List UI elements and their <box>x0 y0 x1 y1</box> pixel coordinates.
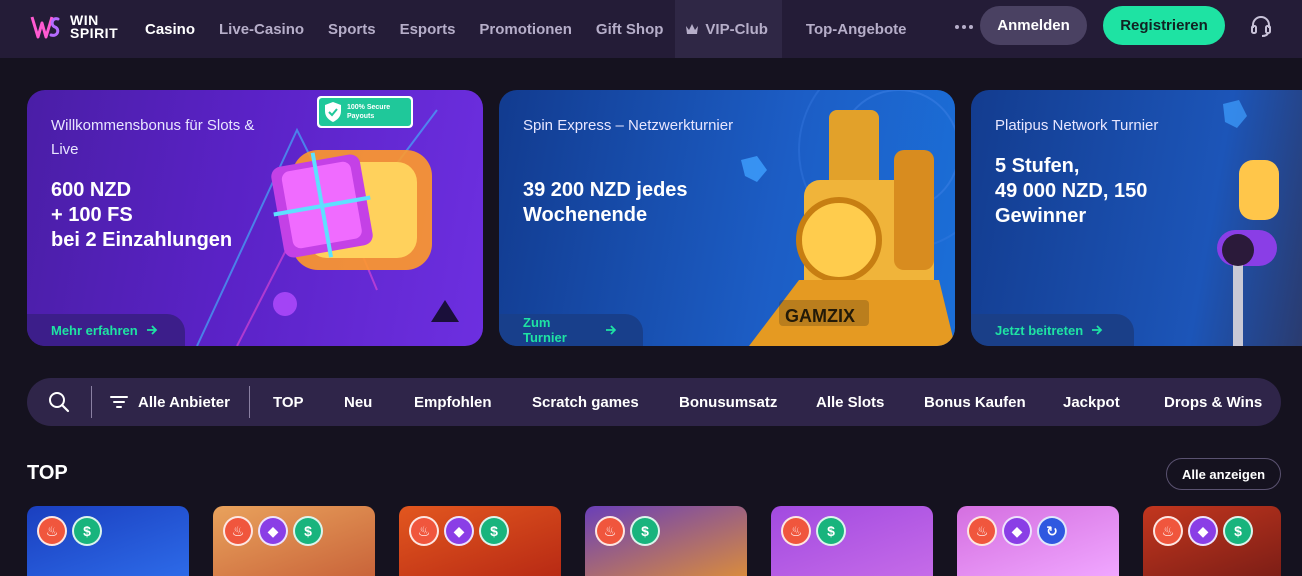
banner-1-title: 600 NZD + 100 FS bei 2 Einzahlungen <box>51 178 232 253</box>
banner-1-cta-label: Mehr erfahren <box>51 322 138 338</box>
game-badges: ♨ ◆ ↻ <box>967 516 1067 546</box>
game-badges: ♨ ◆ $ <box>223 516 323 546</box>
promo-banner-welcome-bonus[interactable]: 100% Secure Payouts Willkommensbonus für … <box>27 90 483 346</box>
badge-line-2: Payouts <box>347 113 375 120</box>
game-badges: ♨ $ <box>781 516 846 546</box>
cash-icon: $ <box>1223 516 1253 546</box>
badge-line-1: 100% Secure <box>347 104 391 111</box>
crown-icon <box>686 24 699 34</box>
nav-casino[interactable]: Casino <box>133 0 207 58</box>
banner-1-subtitle: Willkommensbonus für Slots & Live <box>51 117 255 158</box>
register-button[interactable]: Registrieren <box>1103 6 1225 45</box>
section-title: TOP <box>27 462 68 484</box>
banner-3-cta-button[interactable]: Jetzt beitreten <box>971 314 1134 346</box>
arrow-right-icon <box>1092 325 1103 335</box>
banner-2-title-line-2: Wochenende <box>523 204 648 226</box>
headset-support-icon[interactable] <box>1250 15 1272 37</box>
cash-icon: $ <box>293 516 323 546</box>
banner-1-title-line-1: 600 NZD <box>51 179 132 201</box>
gamzix-logo: GAMZIX <box>785 306 855 326</box>
banner-2-subtitle: Spin Express – Netzwerkturnier <box>523 117 734 134</box>
nav-vip-club[interactable]: VIP-Club <box>675 0 782 58</box>
banner-2-cta-label: Zum Turnier <box>523 315 567 345</box>
banner-2-title-line-1: 39 200 NZD jedes <box>523 179 688 201</box>
nav-top-offers[interactable]: Top-Angebote <box>782 0 919 58</box>
top-navigation: WIN SPIRIT Casino Live-Casino Sports Esp… <box>0 0 1302 58</box>
filter-new[interactable]: Neu <box>344 378 372 426</box>
filter-lines-icon <box>110 396 128 408</box>
filter-drops-wins[interactable]: Drops & Wins <box>1164 378 1262 426</box>
game-badges: ♨ $ <box>37 516 102 546</box>
logo-line-2: SPIRIT <box>70 25 119 41</box>
fire-icon: ♨ <box>595 516 625 546</box>
filter-bonus-buy[interactable]: Bonus Kaufen <box>924 378 1026 426</box>
filter-scratch-games[interactable]: Scratch games <box>532 378 639 426</box>
filter-jackpot[interactable]: Jackpot <box>1063 378 1120 426</box>
cash-icon: $ <box>816 516 846 546</box>
gem-icon: ◆ <box>1002 516 1032 546</box>
nav-live-casino[interactable]: Live-Casino <box>207 0 316 58</box>
banner-2-cta-button[interactable]: Zum Turnier <box>499 314 643 346</box>
logo-icon <box>30 16 60 39</box>
promo-banner-spin-express[interactable]: GAMZIX Spin Express – Netzwerkturnier 39… <box>499 90 955 346</box>
game-badges: ♨ ◆ $ <box>409 516 509 546</box>
banner-2-title: 39 200 NZD jedes Wochenende <box>523 178 688 228</box>
more-menu-icon[interactable] <box>953 16 975 38</box>
banner-3-title: 5 Stufen, 49 000 NZD, 150 Gewinner <box>995 154 1147 229</box>
game-badges: ♨ $ <box>595 516 660 546</box>
nav-sports[interactable]: Sports <box>316 0 388 58</box>
nav-promotions[interactable]: Promotionen <box>467 0 584 58</box>
secure-payouts-badge: 100% Secure Payouts <box>317 96 413 128</box>
fire-icon: ♨ <box>1153 516 1183 546</box>
banner-1-cta-button[interactable]: Mehr erfahren <box>27 314 185 346</box>
fire-icon: ♨ <box>223 516 253 546</box>
filter-divider <box>91 386 92 418</box>
banner-3-title-line-1: 5 Stufen, <box>995 155 1080 177</box>
gem-icon: ◆ <box>258 516 288 546</box>
fire-icon: ♨ <box>967 516 997 546</box>
fire-icon: ♨ <box>37 516 67 546</box>
filter-all-slots[interactable]: Alle Slots <box>816 378 884 426</box>
banner-3-title-line-3: Gewinner <box>995 205 1087 227</box>
login-button[interactable]: Anmelden <box>980 6 1087 45</box>
filter-top[interactable]: TOP <box>273 378 304 426</box>
gem-icon: ◆ <box>1188 516 1218 546</box>
logo[interactable]: WIN SPIRIT <box>28 9 118 45</box>
arrow-right-icon <box>146 325 157 335</box>
nav-vip-label: VIP-Club <box>705 20 768 38</box>
game-filter-bar: Alle Anbieter TOP Neu Empfohlen Scratch … <box>27 378 1281 426</box>
fire-icon: ♨ <box>409 516 439 546</box>
promo-banner-platipus-tournament[interactable]: Platipus Network Turnier 5 Stufen, 49 00… <box>971 90 1302 346</box>
cash-icon: $ <box>72 516 102 546</box>
filter-divider <box>249 386 250 418</box>
fire-icon: ♨ <box>781 516 811 546</box>
logo-wordmark: WIN SPIRIT <box>70 13 119 41</box>
providers-dropdown[interactable]: Alle Anbieter <box>110 378 230 426</box>
cash-icon: $ <box>630 516 660 546</box>
filter-recommended[interactable]: Empfohlen <box>414 378 492 426</box>
banner-1-title-line-3: bei 2 Einzahlungen <box>51 229 233 251</box>
gem-icon: ◆ <box>444 516 474 546</box>
nav-esports[interactable]: Esports <box>388 0 468 58</box>
nav-gift-shop[interactable]: Gift Shop <box>584 0 676 58</box>
shield-check-icon <box>325 102 341 122</box>
search-icon[interactable] <box>48 391 70 413</box>
game-badges: ♨ ◆ $ <box>1153 516 1253 546</box>
banner-3-subtitle: Platipus Network Turnier <box>995 117 1159 134</box>
banner-1-title-line-2: + 100 FS <box>51 204 133 226</box>
show-all-button[interactable]: Alle anzeigen <box>1166 458 1281 490</box>
cash-icon: $ <box>479 516 509 546</box>
banner-3-cta-label: Jetzt beitreten <box>995 322 1084 338</box>
main-menu: Casino Live-Casino Sports Esports Promot… <box>133 0 918 58</box>
spin-icon: ↻ <box>1037 516 1067 546</box>
providers-label: Alle Anbieter <box>138 393 230 411</box>
banner-3-title-line-2: 49 000 NZD, 150 <box>995 180 1148 202</box>
filter-bonus-wagering[interactable]: Bonusumsatz <box>679 378 777 426</box>
arrow-right-icon <box>606 325 617 335</box>
